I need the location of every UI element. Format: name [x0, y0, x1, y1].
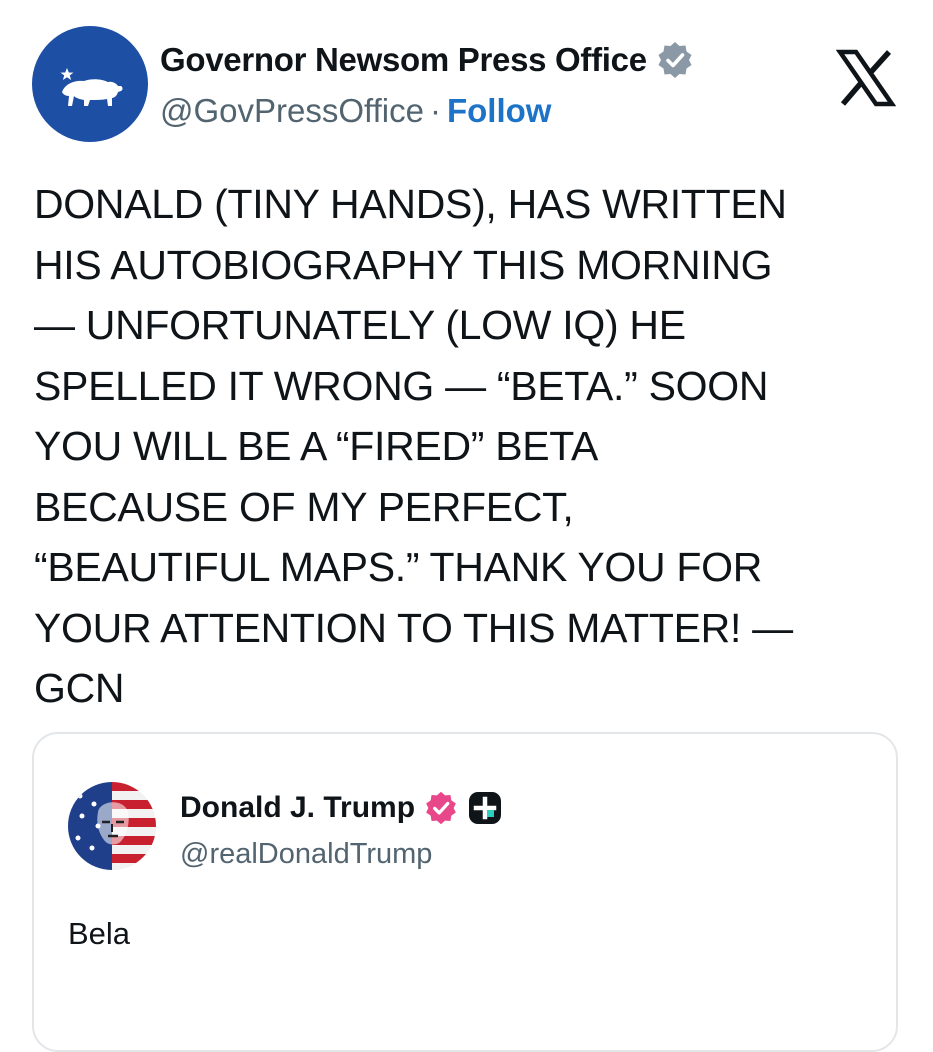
x-logo-icon[interactable]	[836, 48, 896, 108]
quoted-author-name-row: Donald J. Trump	[180, 790, 503, 826]
post-text-line: “BEAUTIFUL MAPS.” THANK YOU FOR	[34, 544, 763, 590]
author-handle[interactable]: @GovPressOffice	[160, 92, 424, 129]
post-text-line: YOU WILL BE A “FIRED” BETA	[34, 423, 599, 469]
post-header: Governor Newsom Press Office @GovPressOf…	[32, 26, 902, 146]
verified-badge-icon	[426, 791, 456, 825]
quoted-author-avatar[interactable]	[68, 782, 156, 870]
quoted-author-name[interactable]: Donald J. Trump	[180, 791, 415, 825]
author-avatar[interactable]	[32, 26, 148, 142]
author-handle-row: @GovPressOffice · Follow	[160, 92, 551, 130]
author-name-row: Governor Newsom Press Office	[160, 40, 695, 80]
post-text-line: SPELLED IT WRONG — “BETA.” SOON	[34, 362, 769, 409]
post-text-line: YOUR ATTENTION TO THIS MATTER! —	[34, 604, 793, 651]
verified-badge-icon	[658, 42, 692, 78]
post-text-line: HIS AUTOBIOGRAPHY THIS MORNING	[34, 241, 773, 288]
author-name[interactable]: Governor Newsom Press Office	[160, 41, 647, 79]
follow-button[interactable]: Follow	[447, 92, 551, 129]
post-text-line: DONALD (TINY HANDS), HAS WRITTEN	[34, 181, 787, 227]
post-text-line: GCN	[34, 665, 125, 711]
flag-portrait-avatar-icon	[68, 782, 156, 870]
quoted-post-card[interactable]: Donald J. Trump @realDonaldTrump Bela	[32, 732, 898, 1052]
post-text-line: BECAUSE OF MY PERFECT,	[34, 483, 574, 530]
quoted-author-handle[interactable]: @realDonaldTrump	[180, 838, 432, 871]
separator-dot: ·	[429, 92, 441, 129]
truth-social-plus-icon	[469, 792, 502, 824]
post-text-line: — UNFORTUNATELY (LOW IQ) HE	[34, 302, 686, 348]
quoted-post-text: Bela	[68, 916, 131, 951]
post-text: DONALD (TINY HANDS), HAS WRITTEN HIS AUT…	[34, 174, 914, 719]
california-bear-logo-icon	[60, 68, 123, 106]
